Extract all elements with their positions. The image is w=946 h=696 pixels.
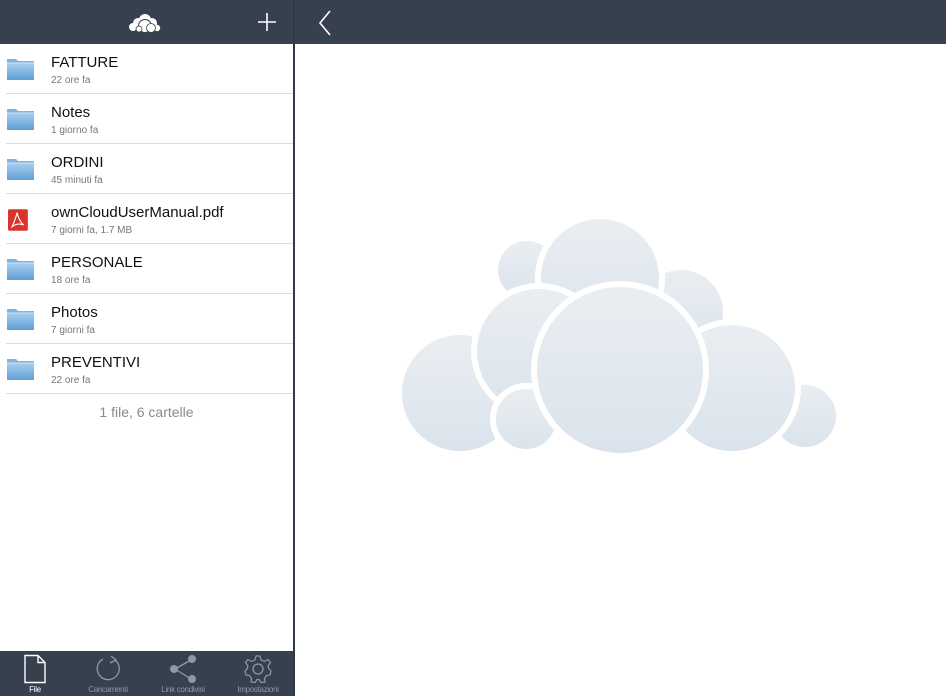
folder-icon (7, 109, 34, 130)
file-meta: 18 ore fa (51, 275, 91, 286)
list-item[interactable]: ORDINI 45 minuti fa (0, 144, 293, 194)
file-name: Photos (51, 304, 98, 321)
detail-header (295, 0, 946, 44)
list-item[interactable]: Photos 7 giorni fa (0, 294, 293, 344)
refresh-icon (96, 655, 120, 681)
file-name: PERSONALE (51, 254, 143, 271)
file-meta: 7 giorni fa, 1.7 MB (51, 225, 133, 236)
file-name: FATTURE (51, 54, 119, 71)
list-item[interactable]: PREVENTIVI 22 ore fa (0, 344, 293, 394)
list-item[interactable]: PERSONALE 18 ore fa (0, 244, 293, 294)
folder-icon (7, 259, 34, 280)
tab-caricamenti-label: Caricamenti (88, 685, 128, 694)
gear-icon (244, 655, 272, 684)
tab-link-condivisi-label: Link condivisi (161, 685, 205, 694)
file-list: FATTURE 22 ore fa Notes 1 giorno fa ORDINI 45… (0, 44, 293, 394)
file-meta: 22 ore fa (51, 75, 91, 86)
file-browser-header (0, 0, 293, 44)
owncloud-cloud-icon (400, 215, 840, 459)
pdf-icon (8, 209, 28, 231)
tab-impostazioni[interactable]: Impostazioni (228, 651, 288, 696)
folder-icon (7, 309, 34, 330)
tab-file-label: File (29, 685, 41, 694)
chevron-left-icon[interactable] (315, 9, 335, 37)
file-meta: 1 giorno fa (51, 125, 99, 136)
file-name: Notes (51, 104, 91, 121)
tab-impostazioni-label: Impostazioni (237, 685, 279, 694)
list-item[interactable]: Notes 1 giorno fa (0, 94, 293, 144)
folder-icon (7, 159, 34, 180)
folder-summary: 1 file, 6 cartelle (99, 404, 194, 420)
owncloud-logo-icon (129, 14, 161, 33)
list-item[interactable]: FATTURE 22 ore fa (0, 44, 293, 94)
file-name: ownCloudUserManual.pdf (51, 204, 224, 221)
list-item[interactable]: ownCloudUserManual.pdf 7 giorni fa, 1.7 M… (0, 194, 293, 244)
file-name: ORDINI (51, 154, 104, 171)
tab-caricamenti[interactable]: Caricamenti (79, 651, 137, 696)
detail-pane (295, 0, 946, 696)
file-meta: 45 minuti fa (51, 175, 103, 186)
tab-bar: File Caricamenti Link condivisi Impostaz… (0, 651, 293, 696)
tab-file[interactable]: File (8, 651, 62, 696)
folder-icon (7, 59, 34, 80)
folder-icon (7, 359, 34, 380)
file-browser-pane: FATTURE 22 ore fa Notes 1 giorno fa ORDINI 45… (0, 0, 293, 696)
add-button[interactable] (254, 9, 280, 35)
file-meta: 22 ore fa (51, 375, 91, 386)
file-icon (24, 654, 46, 684)
file-name: PREVENTIVI (51, 354, 141, 371)
share-icon (170, 655, 196, 683)
file-meta: 7 giorni fa (51, 325, 95, 336)
tab-link-condivisi[interactable]: Link condivisi (153, 651, 213, 696)
